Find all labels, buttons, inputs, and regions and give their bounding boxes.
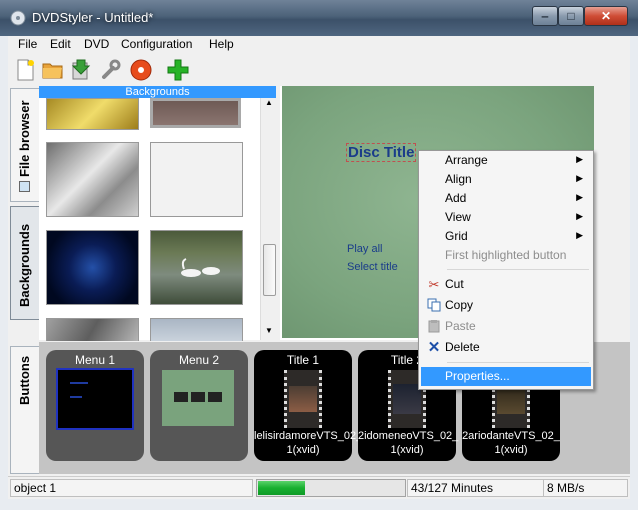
ctx-delete-label: Delete: [445, 340, 480, 354]
disc-title-text[interactable]: Disc Title: [346, 143, 417, 162]
background-thumbnail[interactable]: [150, 230, 243, 305]
preview-thumb: [208, 392, 222, 402]
swans-image: [181, 258, 220, 277]
submenu-arrow-icon: ▶: [576, 211, 583, 221]
menu2-card[interactable]: Menu 2: [150, 350, 248, 461]
ctx-align-label: Align: [445, 172, 472, 186]
dvdstyler-app-icon: [10, 10, 26, 26]
ctx-cut[interactable]: Cut: [445, 277, 464, 291]
ctx-properties[interactable]: Properties...: [445, 369, 510, 383]
close-button[interactable]: ✕: [584, 6, 628, 26]
menu2-preview: [162, 370, 234, 426]
menu-edit[interactable]: Edit: [50, 37, 71, 51]
background-thumbnail[interactable]: [150, 98, 241, 128]
delete-x-icon: ✕: [427, 339, 441, 356]
ctx-copy[interactable]: Copy: [445, 298, 473, 312]
ctx-add[interactable]: Add: [445, 191, 466, 205]
paste-clipboard-icon: [426, 319, 442, 335]
tab-file-browser-label: File browser: [17, 100, 32, 177]
ctx-paste-label: Paste: [445, 319, 476, 333]
title1-card[interactable]: Title 1 lelisirdamoreVTS_02_ 1(xvid): [254, 350, 363, 461]
background-thumbnail[interactable]: [150, 142, 243, 217]
status-rate: 8 MB/s: [543, 479, 628, 497]
backgrounds-scrollbar[interactable]: ▲ ▼: [260, 98, 277, 340]
title2-caption: 2idomeneoVTS_02_ 1(xvid): [358, 430, 459, 456]
title3-caption: 2ariodanteVTS_02_ 1(xvid): [462, 430, 560, 456]
filmstrip-icon: [284, 370, 322, 428]
tab-backgrounds-label: Backgrounds: [17, 223, 32, 307]
open-folder-icon[interactable]: [40, 57, 66, 83]
burn-dvd-icon[interactable]: [128, 57, 154, 83]
ctx-align[interactable]: Align: [445, 172, 472, 186]
play-all-button[interactable]: Play all: [347, 243, 382, 255]
menu1-title: Menu 1: [74, 353, 116, 367]
ctx-view[interactable]: View: [445, 210, 471, 224]
status-minutes: 43/127 Minutes: [407, 479, 544, 497]
preview-line: [70, 396, 82, 398]
tab-buttons-label: Buttons: [17, 355, 32, 405]
tab-backgrounds[interactable]: Backgrounds: [10, 206, 40, 320]
ctx-cut-label: Cut: [445, 277, 464, 291]
background-thumbnail[interactable]: [46, 230, 139, 305]
menu-help[interactable]: Help: [209, 37, 234, 51]
backgrounds-panel-header: Backgrounds: [39, 86, 276, 98]
submenu-arrow-icon: ▶: [576, 173, 583, 183]
background-thumbnail[interactable]: [46, 142, 139, 217]
minimize-button[interactable]: ‒: [532, 6, 558, 26]
new-file-icon[interactable]: [12, 57, 38, 83]
menu-separator: [447, 269, 589, 270]
ctx-grid-label: Grid: [445, 229, 468, 243]
ctx-arrange[interactable]: Arrange: [445, 153, 488, 167]
save-icon[interactable]: [68, 57, 94, 83]
ctx-paste[interactable]: Paste: [445, 319, 476, 333]
ctx-delete[interactable]: Delete: [445, 340, 480, 354]
maximize-button[interactable]: □: [558, 6, 584, 26]
add-icon[interactable]: [165, 57, 191, 83]
ctx-properties-label: Properties...: [445, 369, 510, 383]
ctx-first-highlighted-button[interactable]: First highlighted button: [445, 248, 566, 262]
preview-thumb: [174, 392, 188, 402]
menu-configuration[interactable]: Configuration: [121, 37, 192, 51]
menu1-card[interactable]: Menu 1: [46, 350, 144, 461]
tab-buttons[interactable]: Buttons: [10, 346, 40, 474]
ctx-add-label: Add: [445, 191, 467, 205]
disc-usage-progress: [256, 479, 406, 497]
context-menu: Arrange ▶ Align ▶ Add ▶ View ▶ Grid ▶ Fi…: [418, 150, 594, 390]
file-browser-tab-icon: [19, 181, 30, 192]
status-object: object 1: [10, 479, 253, 497]
title2-frame: [393, 384, 421, 414]
preview-line: [70, 382, 88, 384]
select-title-button[interactable]: Select title: [347, 261, 398, 273]
copy-icon: [426, 298, 442, 314]
submenu-arrow-icon: ▶: [576, 230, 583, 240]
title1-frame: [289, 386, 317, 412]
preview-thumb: [191, 392, 205, 402]
window-title: DVDStyler - Untitled*: [32, 10, 154, 25]
ctx-view-label: View: [445, 210, 471, 224]
background-thumbnail[interactable]: [150, 318, 243, 341]
ctx-first-highlighted-label: First highlighted button: [445, 248, 567, 262]
menu-separator: [447, 362, 589, 363]
title1-title: Title 1: [286, 353, 320, 367]
submenu-arrow-icon: ▶: [576, 154, 583, 164]
menu2-title: Menu 2: [178, 353, 220, 367]
menu1-preview: [56, 368, 134, 430]
title1-caption: lelisirdamoreVTS_02_ 1(xvid): [254, 430, 363, 456]
cut-scissors-icon: ✂: [428, 277, 440, 292]
scroll-up-arrow-icon[interactable]: ▲: [263, 98, 275, 110]
ctx-arrange-label: Arrange: [445, 153, 488, 167]
settings-wrench-icon[interactable]: [98, 57, 124, 83]
menu-dvd[interactable]: DVD: [84, 37, 109, 51]
scroll-down-arrow-icon[interactable]: ▼: [263, 326, 275, 338]
progress-fill: [258, 481, 305, 495]
submenu-arrow-icon: ▶: [576, 192, 583, 202]
background-thumbnail[interactable]: [46, 318, 139, 341]
tab-file-browser[interactable]: File browser: [10, 88, 40, 202]
ctx-copy-label: Copy: [445, 298, 474, 312]
ctx-grid[interactable]: Grid: [445, 229, 468, 243]
background-thumbnail[interactable]: [46, 98, 139, 130]
menu-file[interactable]: File: [18, 37, 37, 51]
scrollbar-thumb[interactable]: [263, 244, 276, 296]
